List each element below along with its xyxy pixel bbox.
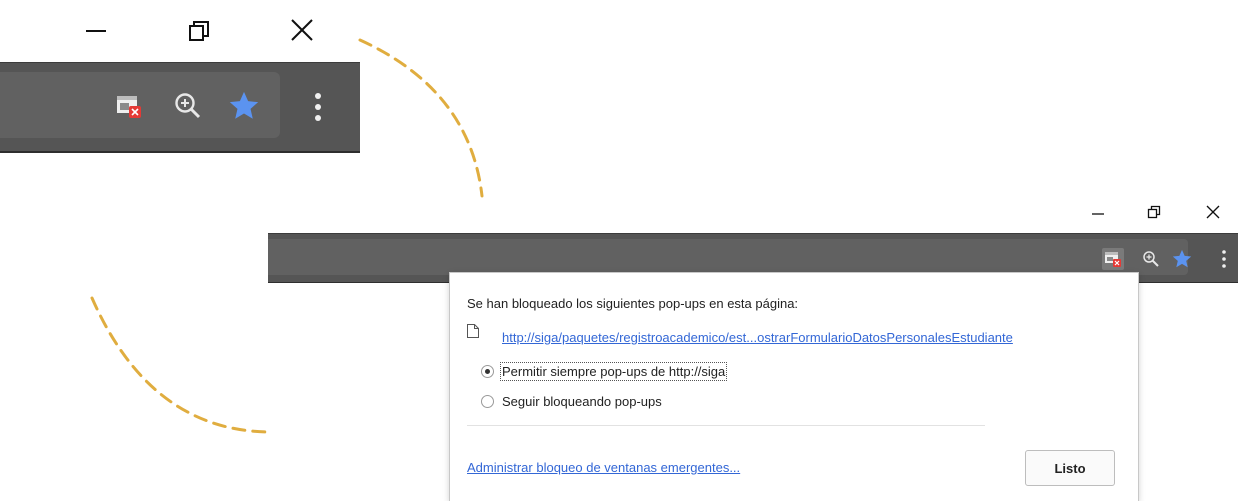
page-icon — [466, 323, 480, 344]
option-block-label: Seguir bloqueando pop-ups — [502, 394, 662, 409]
option-block[interactable]: Seguir bloqueando pop-ups — [481, 394, 662, 409]
bookmark-star-icon[interactable] — [227, 89, 261, 128]
zoom-icon[interactable] — [1142, 250, 1160, 273]
restore-icon[interactable] — [1146, 204, 1162, 220]
divider — [467, 425, 985, 426]
zoom-minimize-icon[interactable] — [82, 18, 110, 44]
zoom-close-icon[interactable] — [287, 15, 317, 45]
blocked-popup-link[interactable]: http://siga/paquetes/registroacademico/e… — [502, 330, 1013, 345]
option-allow-label: Permitir siempre pop-ups de http://siga — [499, 362, 728, 381]
popup-blocked-icon[interactable] — [115, 93, 145, 126]
bookmark-star-icon[interactable] — [1171, 248, 1193, 275]
menu-icon[interactable] — [1221, 249, 1227, 274]
zoom-icon[interactable] — [173, 91, 203, 126]
popup-blocked-icon[interactable] — [1102, 248, 1124, 270]
done-button[interactable]: Listo — [1025, 450, 1115, 486]
radio-block[interactable] — [481, 395, 494, 408]
close-icon[interactable] — [1205, 204, 1221, 220]
omnibox[interactable] — [268, 239, 1188, 275]
radio-allow[interactable] — [481, 365, 494, 378]
option-allow[interactable]: Permitir siempre pop-ups de http://siga — [481, 362, 728, 381]
menu-icon[interactable] — [313, 91, 323, 128]
popup-blocked-bubble: Se han bloqueado los siguientes pop-ups … — [449, 272, 1139, 501]
zoom-toolbar — [0, 62, 360, 153]
minimize-icon[interactable] — [1090, 205, 1106, 221]
zoom-restore-icon[interactable] — [184, 16, 214, 46]
popup-title: Se han bloqueado los siguientes pop-ups … — [467, 296, 799, 311]
manage-popups-link[interactable]: Administrar bloqueo de ventanas emergent… — [467, 460, 740, 475]
